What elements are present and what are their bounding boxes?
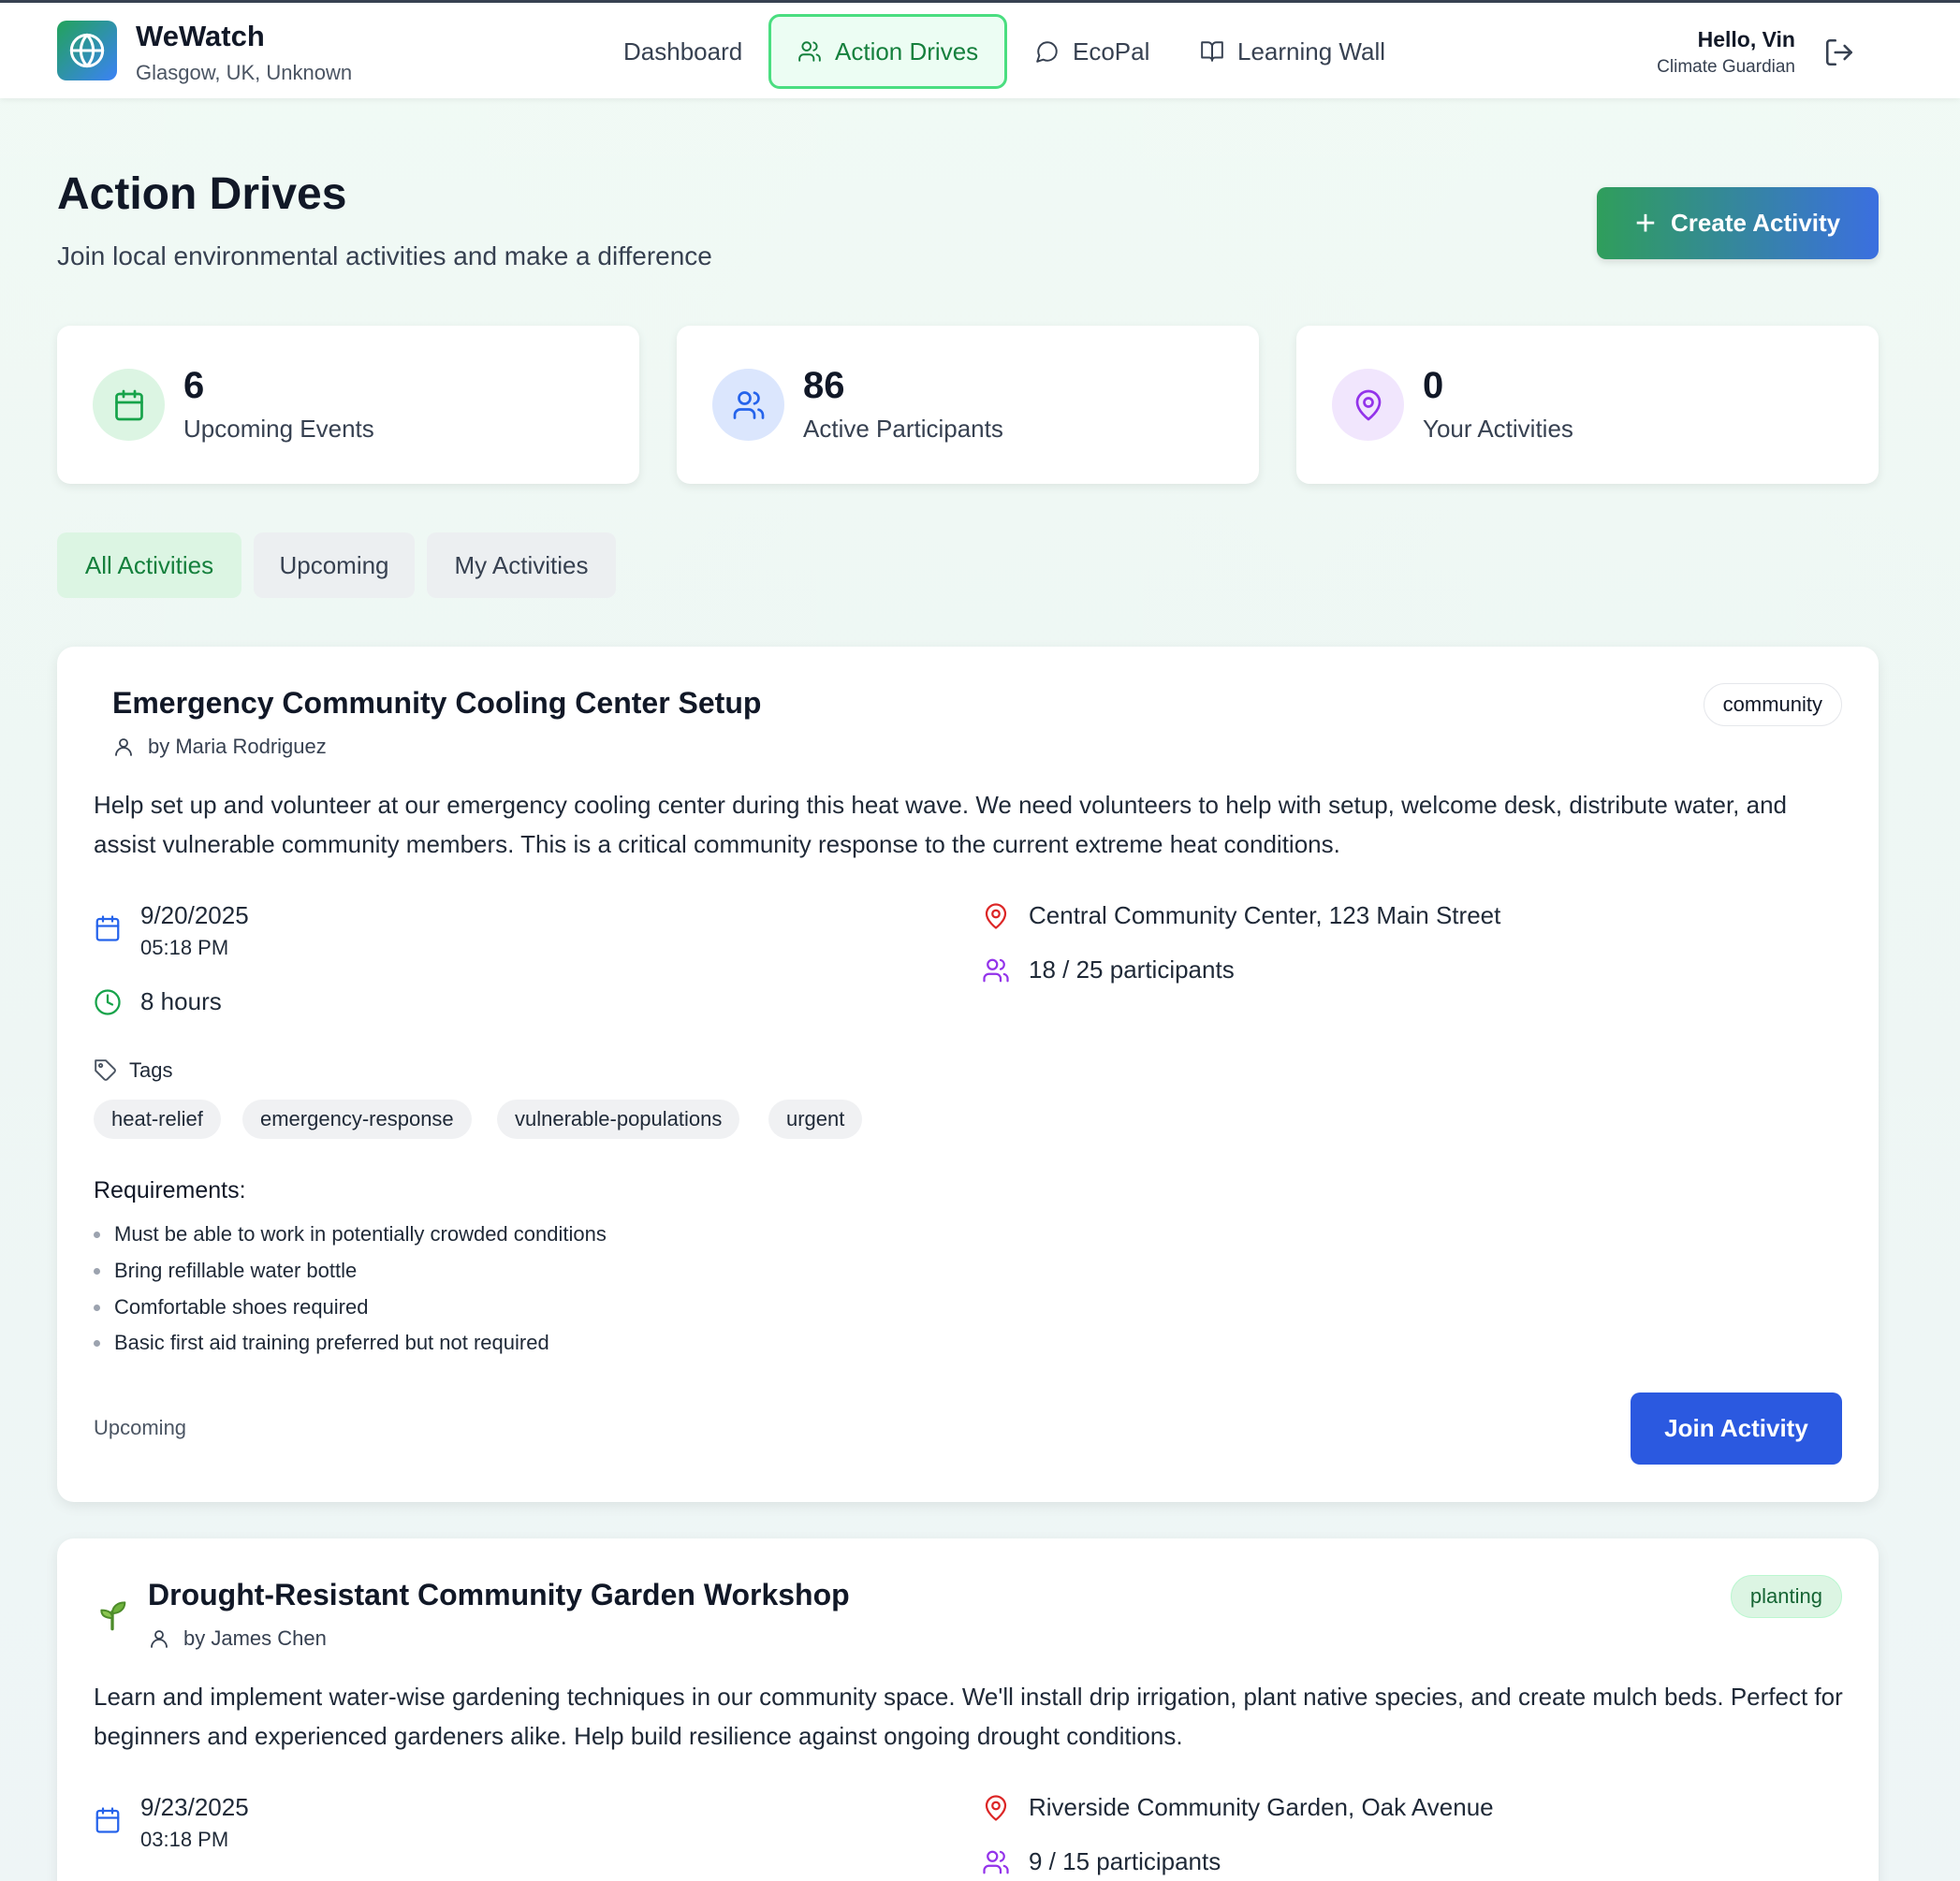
page-title: Action Drives <box>57 169 347 219</box>
tab-upcoming[interactable]: Upcoming <box>254 532 415 598</box>
nav-ecopal-label: EcoPal <box>1073 36 1150 66</box>
category-badge: community <box>1703 683 1842 726</box>
logout-icon[interactable] <box>1823 36 1855 68</box>
nav-learning-wall-label: Learning Wall <box>1237 36 1386 66</box>
user-role: Climate Guardian <box>1657 57 1795 77</box>
activity-location: Riverside Community Garden, Oak Avenue <box>982 1793 1494 1822</box>
user-icon <box>151 1630 168 1648</box>
author-name: by James Chen <box>183 1626 327 1650</box>
requirement-item: Comfortable shoes required <box>94 1295 368 1320</box>
activity-duration: 8 hours <box>94 987 222 1016</box>
nav-action-drives-label: Action Drives <box>835 36 979 66</box>
stat-value: 0 <box>1423 365 1444 406</box>
activity-participants: 18 / 25 participants <box>982 955 1235 984</box>
tag-chip[interactable]: vulnerable-populations <box>497 1100 740 1139</box>
activity-author: by James Chen <box>148 1626 327 1651</box>
activity-description: Learn and implement water-wise gardening… <box>94 1683 1843 1750</box>
calendar-icon <box>93 369 165 441</box>
stat-card-upcoming-events: 6 Upcoming Events <box>57 326 639 484</box>
author-name: by Maria Rodriguez <box>148 735 327 758</box>
activity-status: Upcoming <box>94 1416 187 1439</box>
users-icon <box>983 958 1009 982</box>
nav-learning-wall[interactable]: Learning Wall <box>1200 14 1385 89</box>
activity-date: 9/23/2025 <box>140 1793 249 1821</box>
brand-location: Glasgow, UK, Unknown <box>136 61 353 84</box>
user-icon <box>115 738 132 756</box>
location-text: Central Community Center, 123 Main Stree… <box>1029 901 1501 929</box>
activity-date: 9/20/2025 <box>140 901 249 929</box>
create-activity-button[interactable]: + Create Activity <box>1597 187 1879 259</box>
calendar-icon <box>95 1807 120 1833</box>
stat-card-your-activities: 0 Your Activities <box>1296 326 1879 484</box>
activity-time: 03:18 PM <box>140 1828 229 1851</box>
tags-label: Tags <box>129 1058 173 1082</box>
plus-icon: + <box>1634 203 1657 243</box>
requirement-text: Must be able to work in potentially crow… <box>114 1222 607 1246</box>
requirements-heading: Requirements: <box>94 1177 246 1203</box>
book-icon <box>1201 41 1223 62</box>
activity-card: Drought-Resistant Community Garden Works… <box>57 1538 1879 1881</box>
nav-dashboard-label: Dashboard <box>623 36 743 66</box>
activity-description: Help set up and volunteer at our emergen… <box>94 791 1788 858</box>
requirement-item: Basic first aid training preferred but n… <box>94 1331 549 1355</box>
sprout-icon <box>94 1595 131 1637</box>
nav-ecopal[interactable]: EcoPal <box>1035 14 1149 89</box>
create-activity-label: Create Activity <box>1671 209 1841 237</box>
tag-icon <box>95 1059 116 1081</box>
tab-all-activities[interactable]: All Activities <box>57 532 241 598</box>
tag-chip[interactable]: emergency-response <box>242 1100 472 1139</box>
users-icon <box>712 369 784 441</box>
activity-location: Central Community Center, 123 Main Stree… <box>982 901 1500 930</box>
requirement-text: Comfortable shoes required <box>114 1295 369 1319</box>
stat-value: 6 <box>183 365 205 406</box>
tags-heading: Tags <box>94 1058 172 1083</box>
participants-text: 9 / 15 participants <box>1029 1847 1221 1875</box>
duration-text: 8 hours <box>140 987 222 1015</box>
clock-icon <box>95 988 121 1015</box>
stat-card-active-participants: 86 Active Participants <box>677 326 1259 484</box>
globe-logo-icon[interactable] <box>57 21 117 80</box>
chat-bubble-icon <box>1036 41 1058 63</box>
users-icon <box>798 41 821 62</box>
top-navigation-bar: WeWatch Glasgow, UK, Unknown Dashboard A… <box>0 0 1960 98</box>
activity-datetime: 9/20/2025 05:18 PM <box>94 901 249 960</box>
requirement-item: Must be able to work in potentially crow… <box>94 1222 607 1247</box>
join-activity-button[interactable]: Join Activity <box>1631 1393 1842 1465</box>
tab-my-activities[interactable]: My Activities <box>427 532 616 598</box>
location-text: Riverside Community Garden, Oak Avenue <box>1029 1793 1494 1821</box>
activity-title[interactable]: Emergency Community Cooling Center Setup <box>112 686 761 721</box>
brand-name[interactable]: WeWatch <box>136 20 265 53</box>
requirement-text: Basic first aid training preferred but n… <box>114 1331 549 1354</box>
activity-card: Emergency Community Cooling Center Setup… <box>57 647 1879 1502</box>
nav-action-drives[interactable]: Action Drives <box>768 14 1008 89</box>
page-subtitle: Join local environmental activities and … <box>57 241 712 270</box>
nav-dashboard[interactable]: Dashboard <box>623 14 742 89</box>
stat-label: Upcoming Events <box>183 415 374 443</box>
map-pin-icon <box>985 1794 1007 1821</box>
tag-chip[interactable]: urgent <box>768 1100 863 1139</box>
stat-label: Your Activities <box>1423 415 1573 443</box>
participants-text: 18 / 25 participants <box>1029 955 1235 984</box>
category-badge: planting <box>1730 1575 1842 1618</box>
calendar-icon <box>95 915 120 941</box>
user-greeting: Hello, Vin <box>1697 27 1795 51</box>
activity-datetime: 9/23/2025 03:18 PM <box>94 1793 249 1852</box>
map-pin-icon <box>1332 369 1404 441</box>
activity-time: 05:18 PM <box>140 936 229 959</box>
stat-label: Active Participants <box>803 415 1003 443</box>
tag-chip[interactable]: heat-relief <box>94 1100 221 1139</box>
map-pin-icon <box>985 902 1007 929</box>
requirement-item: Bring refillable water bottle <box>94 1259 357 1283</box>
stat-value: 86 <box>803 365 845 406</box>
requirement-text: Bring refillable water bottle <box>114 1259 358 1282</box>
activity-title[interactable]: Drought-Resistant Community Garden Works… <box>148 1578 850 1612</box>
activity-participants: 9 / 15 participants <box>982 1847 1221 1876</box>
activity-author: by Maria Rodriguez <box>112 735 327 759</box>
users-icon <box>983 1850 1009 1874</box>
